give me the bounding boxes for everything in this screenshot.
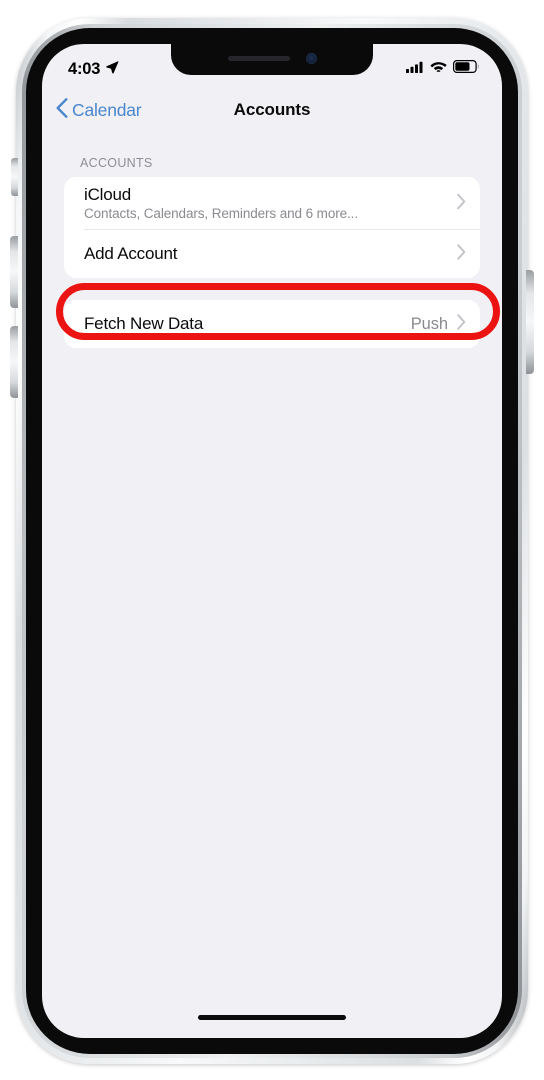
speaker-grille-icon (227, 56, 290, 61)
icloud-texts: iCloud Contacts, Calendars, Reminders an… (84, 185, 358, 221)
location-arrow-icon (105, 60, 119, 79)
fetch-new-data-card: Fetch New Data Push (64, 300, 480, 348)
notch (171, 44, 373, 75)
chevron-right-icon (457, 243, 466, 265)
navigation-bar: Calendar Accounts (42, 88, 502, 132)
add-account-title: Add Account (84, 244, 178, 263)
battery-icon (453, 60, 480, 78)
chevron-right-icon (457, 313, 466, 335)
chevron-left-icon (56, 97, 68, 123)
chevron-right-icon (457, 193, 466, 214)
icloud-title: iCloud (84, 185, 131, 204)
status-bar-right (406, 54, 480, 78)
fetch-new-data-value: Push (410, 314, 448, 333)
back-button-calendar[interactable]: Calendar (56, 97, 142, 123)
front-camera-icon (305, 53, 317, 64)
list-item-fetch-new-data[interactable]: Fetch New Data Push (64, 300, 480, 348)
list-item-icloud[interactable]: iCloud Contacts, Calendars, Reminders an… (64, 177, 480, 230)
status-bar-left: 4:03 (68, 54, 119, 79)
icloud-subtitle: Contacts, Calendars, Reminders and 6 mor… (84, 206, 358, 221)
power-button[interactable] (526, 270, 534, 374)
wifi-icon (430, 60, 447, 78)
section-header-accounts: ACCOUNTS (80, 156, 153, 170)
volume-down-button[interactable] (10, 326, 18, 398)
volume-up-button[interactable] (10, 236, 18, 308)
settings-content: ACCOUNTS iCloud Contacts, Calendars, Rem… (42, 132, 502, 348)
back-button-label: Calendar (72, 99, 142, 120)
status-time: 4:03 (68, 59, 101, 78)
phone-device-frame: 4:03 Calendar Accounts ACCOUNTS iCloud C… (10, 18, 534, 1064)
fetch-new-data-title: Fetch New Data (84, 314, 204, 333)
accounts-card: iCloud Contacts, Calendars, Reminders an… (64, 177, 480, 278)
home-indicator[interactable] (198, 1015, 346, 1020)
mute-switch[interactable] (11, 158, 18, 196)
phone-screen: 4:03 Calendar Accounts ACCOUNTS iCloud C… (42, 44, 502, 1038)
cellular-signal-icon (406, 60, 424, 78)
list-item-add-account[interactable]: Add Account (64, 230, 480, 278)
